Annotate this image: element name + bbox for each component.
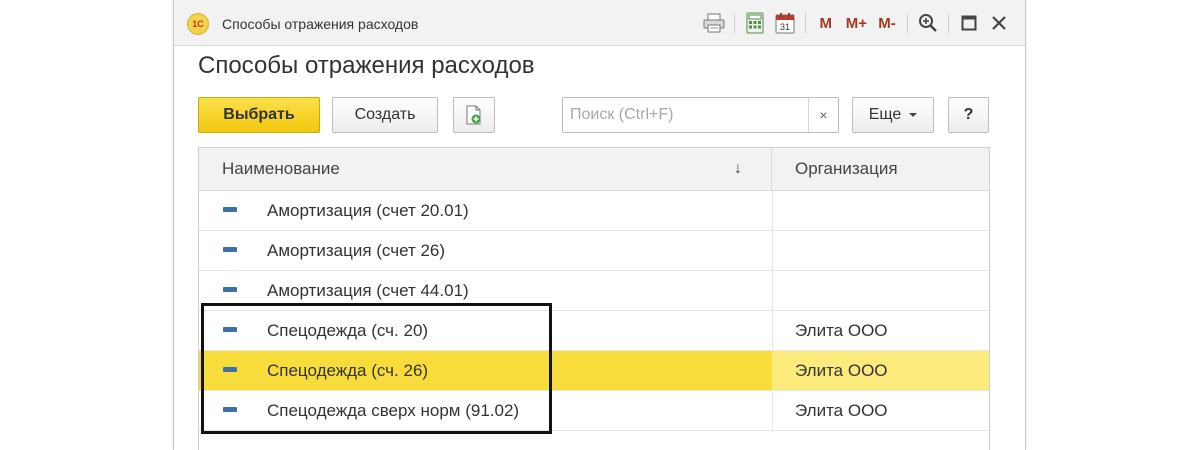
catalog-item-icon xyxy=(223,407,237,412)
maximize-icon[interactable] xyxy=(957,11,981,35)
caret-down-icon xyxy=(909,113,918,117)
catalog-item-icon xyxy=(223,367,237,372)
zoom-icon[interactable] xyxy=(916,11,940,35)
toolbar-separator xyxy=(948,13,949,33)
calculator-icon[interactable] xyxy=(743,11,767,35)
search-clear-button[interactable]: × xyxy=(808,98,838,132)
print-icon[interactable] xyxy=(702,11,726,35)
table-row-selected[interactable]: Спецодежда (сч. 26) Элита ООО xyxy=(199,351,989,391)
calendar-icon[interactable]: 31 xyxy=(773,11,797,35)
catalog-item-icon xyxy=(223,247,237,252)
app-window: 1С Способы отражения расходов 31 M M+ M- xyxy=(173,0,1026,450)
row-name: Спецодежда (сч. 26) xyxy=(267,361,429,380)
table-row[interactable]: Спецодежда (сч. 20) Элита ООО xyxy=(199,311,989,351)
row-organization: Элита ООО xyxy=(795,361,888,380)
more-button-label: Еще xyxy=(868,106,902,123)
command-bar: Выбрать Создать × Еще ? xyxy=(198,97,998,134)
select-button[interactable]: Выбрать xyxy=(198,97,320,133)
toolbar-separator xyxy=(804,13,806,33)
column-divider xyxy=(772,311,773,350)
row-organization: Элита ООО xyxy=(795,401,888,420)
row-name: Амортизация (счет 20.01) xyxy=(267,201,469,220)
sort-arrow-icon: ↓ xyxy=(734,160,742,177)
table-row[interactable]: Амортизация (счет 44.01) xyxy=(199,271,989,311)
column-divider xyxy=(772,271,773,310)
title-bar: 1С Способы отражения расходов 31 M M+ M- xyxy=(174,0,1025,46)
more-button[interactable]: Еще xyxy=(852,97,934,133)
search-input[interactable] xyxy=(563,98,809,132)
column-divider xyxy=(772,231,773,270)
table-row[interactable]: Спецодежда сверх норм (91.02) Элита ООО xyxy=(199,391,989,431)
table-header: Наименование ↓ Организация xyxy=(199,148,989,191)
row-name: Амортизация (счет 44.01) xyxy=(267,281,469,300)
toolbar-separator xyxy=(733,13,735,33)
column-header-name-label: Наименование xyxy=(222,159,340,178)
create-button[interactable]: Создать xyxy=(332,97,438,133)
catalog-item-icon xyxy=(223,207,237,212)
copy-button[interactable] xyxy=(453,97,495,133)
table-row[interactable]: Амортизация (счет 20.01) xyxy=(199,191,989,231)
memory-store-icon[interactable]: M xyxy=(814,11,838,35)
title-bar-tools: 31 M M+ M- xyxy=(696,11,1011,35)
help-button[interactable]: ? xyxy=(948,97,989,133)
row-name: Амортизация (счет 26) xyxy=(267,241,446,260)
row-organization: Элита ООО xyxy=(795,321,888,340)
column-divider xyxy=(772,191,773,230)
copy-document-icon xyxy=(466,105,481,125)
column-header-organization[interactable]: Организация xyxy=(772,148,989,190)
row-name: Спецодежда (сч. 20) xyxy=(267,321,429,340)
toolbar-separator xyxy=(907,13,908,33)
page-title: Способы отражения расходов xyxy=(198,52,535,79)
catalog-item-icon xyxy=(223,327,237,332)
search-field: × xyxy=(562,97,839,133)
column-header-name[interactable]: Наименование ↓ xyxy=(199,148,772,190)
row-name: Спецодежда сверх норм (91.02) xyxy=(267,401,520,420)
list-table[interactable]: Наименование ↓ Организация Амортизация (… xyxy=(198,147,990,450)
app-logo-icon[interactable]: 1С xyxy=(187,13,209,35)
memory-subtract-icon[interactable]: M- xyxy=(875,11,899,35)
memory-add-icon[interactable]: M+ xyxy=(844,11,869,35)
column-divider xyxy=(772,391,773,430)
catalog-item-icon xyxy=(223,287,237,292)
table-row[interactable]: Амортизация (счет 26) xyxy=(199,231,989,271)
calendar-day-text: 31 xyxy=(780,22,790,32)
window-title: Способы отражения расходов xyxy=(222,16,419,32)
close-icon[interactable] xyxy=(987,11,1011,35)
